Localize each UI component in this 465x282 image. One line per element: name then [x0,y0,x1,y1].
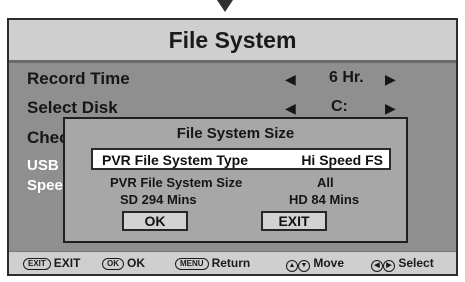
dialog-title: File System Size [176,125,295,142]
osd-screen: File System Record Time ◀ 6 Hr. ▶ Select… [7,18,458,276]
fs-type-row[interactable]: PVR File System Type Hi Speed FS [91,148,391,170]
file-system-size-dialog: File System Size PVR File System Type Hi… [63,117,408,243]
select-hint-label: Select [398,256,434,270]
right-arrow-icon[interactable]: ▶ [385,100,396,117]
menu-label-select-disk[interactable]: Select Disk [27,98,118,118]
exit-key-icon: EXIT [23,258,51,270]
move-hint-label: Move [313,256,345,270]
ok-key-icon: OK [102,258,124,270]
menu-hint-label: Return [211,256,251,270]
exit-hint: EXIT EXIT [23,256,80,270]
down-arrow-marker [217,0,233,12]
title-bar: File System [9,20,456,63]
hint-bar: EXIT EXIT OK OK MENU Return ▲ ▼ Move ◀ ▶ Sele… [9,251,456,274]
right-arrow-icon: ▶ [383,260,395,272]
menu-label-usb[interactable]: USB [27,157,59,174]
right-arrow-icon[interactable]: ▶ [385,71,396,88]
down-arrow-icon: ▼ [298,260,310,272]
left-arrow-icon: ◀ [371,260,383,272]
ok-hint-label: OK [127,256,145,270]
fs-size-value: All [317,175,334,190]
fs-type-value: Hi Speed FS [301,152,383,168]
left-arrow-icon[interactable]: ◀ [285,71,296,88]
ok-hint: OK OK [102,256,145,270]
exit-hint-label: EXIT [53,256,81,270]
menu-label-speed[interactable]: Spee [27,177,63,194]
left-arrow-icon[interactable]: ◀ [285,100,296,117]
menu-label-record-time[interactable]: Record Time [27,69,130,89]
fs-type-label: PVR File System Type [102,152,249,168]
page-title: File System [168,27,297,53]
up-arrow-icon: ▲ [286,260,298,272]
select-disk-value: C: [331,98,348,115]
record-time-value: 6 Hr. [329,69,364,86]
menu-key-icon: MENU [175,258,209,270]
sd-minutes: SD 294 Mins [120,192,197,207]
fs-size-label: PVR File System Size [110,175,243,190]
menu-hint: MENU Return [175,256,250,270]
select-hint: ◀ ▶ Select [371,256,434,272]
hd-minutes: HD 84 Mins [289,192,360,207]
ok-button[interactable]: OK [122,211,188,231]
move-hint: ▲ ▼ Move [286,256,344,272]
exit-button[interactable]: EXIT [261,211,327,231]
